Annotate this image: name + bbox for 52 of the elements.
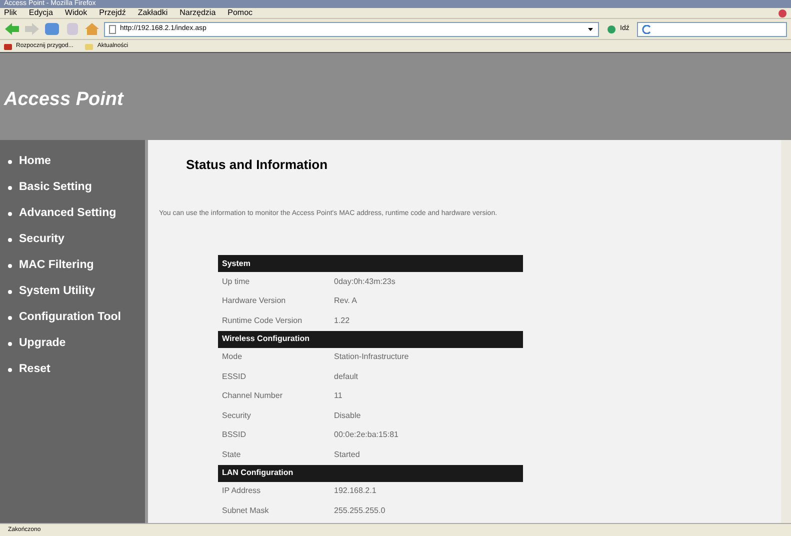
table-cell-text: BSSID xyxy=(221,429,248,442)
table-cell-text: default xyxy=(333,370,360,383)
table-cell-text: Hardware Version xyxy=(221,295,287,308)
header-title: Access Point xyxy=(4,89,124,110)
sidebar-link[interactable]: Home xyxy=(8,153,145,170)
table-cell-text: State xyxy=(221,448,242,461)
search-engine-icon xyxy=(642,24,652,34)
sidebar-link[interactable]: Reset xyxy=(8,361,145,378)
table-cell-text: Runtime Code Version xyxy=(221,314,304,327)
sidebar-link[interactable]: MAC Filtering xyxy=(8,257,145,274)
section-title: Status and Information xyxy=(186,156,329,174)
table-cell-text: 0day:0h:43m:23s xyxy=(333,276,396,288)
table-cell-text: Started xyxy=(333,448,361,461)
table-cell-text: 192.168.2.1 xyxy=(333,485,378,498)
table-cell-text: Up time xyxy=(221,276,251,288)
table-cell-text: Station-Infrastructure xyxy=(333,351,410,364)
menu-item[interactable]: Pomoc xyxy=(228,7,253,19)
table-cell-text: Subnet Mask xyxy=(221,504,270,517)
sidebar-link[interactable]: System Utility xyxy=(8,283,145,300)
home-icon[interactable] xyxy=(84,22,100,36)
table-cell-text: 11 xyxy=(333,390,344,402)
table-cell-text: Rev. A xyxy=(333,295,358,308)
table-cell-text: Disable xyxy=(333,410,362,422)
table-cell-text: Channel Number xyxy=(221,390,284,402)
table-section-header: System xyxy=(218,255,523,272)
sidebar-link[interactable]: Security xyxy=(8,231,145,248)
table-cell-text: Mode xyxy=(221,351,244,364)
forward-arrow-icon[interactable] xyxy=(24,22,40,36)
menu-item[interactable]: Plik xyxy=(4,7,17,19)
menu-item[interactable]: Zakładki xyxy=(138,7,168,19)
table-section-header: Wireless Configuration xyxy=(218,330,523,348)
menu-item[interactable]: Edycja xyxy=(28,7,53,19)
table-cell-text: IP Address xyxy=(221,485,262,498)
scrollbar[interactable] xyxy=(781,140,791,523)
dropdown-arrow-icon[interactable] xyxy=(587,26,594,32)
table-cell-text: 1.22 xyxy=(333,314,351,327)
table-cell-text: 255.255.255.0 xyxy=(333,504,386,517)
table-section-header: LAN Configuration xyxy=(218,464,523,482)
menu-item[interactable]: Przejdź xyxy=(99,7,126,19)
table-cell-text: 00:0e:2e:ba:15:81 xyxy=(333,429,400,442)
folder-icon xyxy=(85,42,94,50)
menu-item[interactable]: Widok xyxy=(64,7,88,19)
menu-item[interactable]: Narzędzia xyxy=(180,7,216,19)
table-cell-text: ESSID xyxy=(221,370,248,383)
page-icon xyxy=(109,24,116,34)
sidebar-link[interactable]: Configuration Tool xyxy=(8,309,145,326)
sidebar-link[interactable]: Upgrade xyxy=(8,335,145,352)
table-cell-text: Security xyxy=(221,410,252,422)
back-arrow-icon[interactable] xyxy=(4,22,20,36)
sidebar-link[interactable]: Advanced Setting xyxy=(8,205,145,222)
sidebar-link[interactable]: Basic Setting xyxy=(8,179,145,196)
search-field[interactable] xyxy=(637,22,787,36)
